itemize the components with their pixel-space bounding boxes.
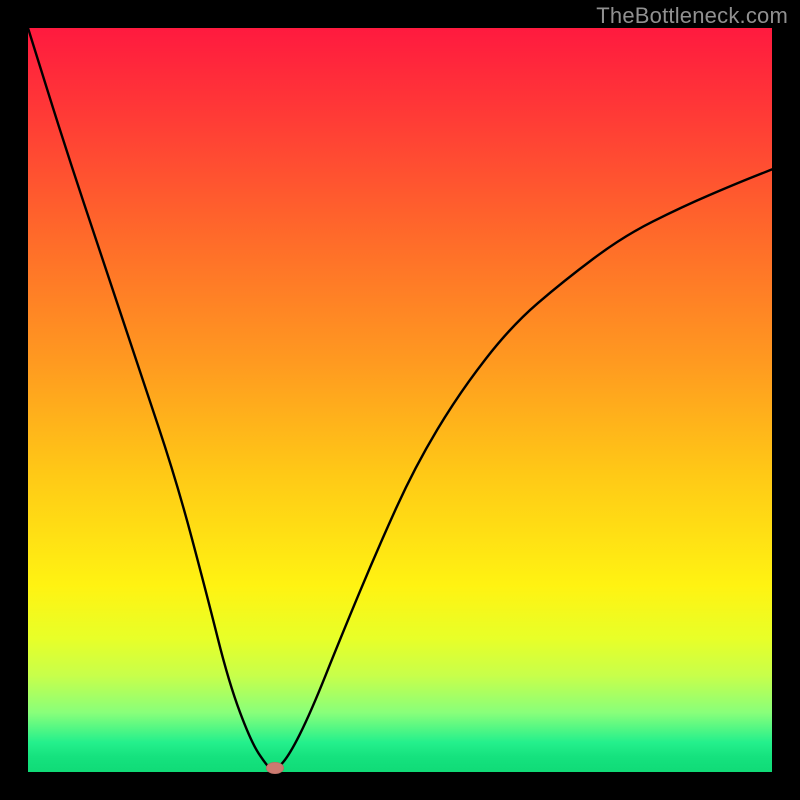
plot-area — [28, 28, 772, 772]
chart-frame: TheBottleneck.com — [0, 0, 800, 800]
bottleneck-curve — [28, 28, 772, 772]
optimal-point-marker — [266, 762, 284, 774]
watermark-text: TheBottleneck.com — [596, 3, 788, 29]
